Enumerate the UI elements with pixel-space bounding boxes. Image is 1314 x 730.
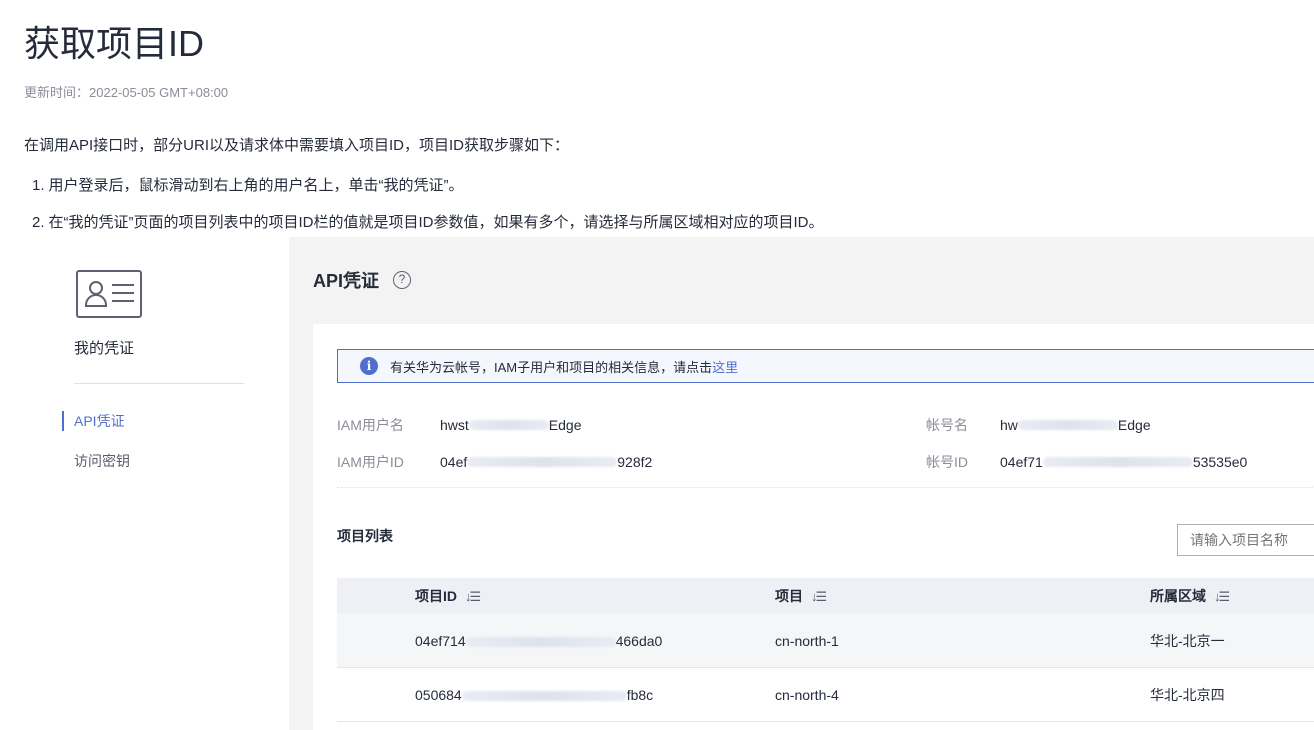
step-text: 在“我的凭证”页面的项目列表中的项目ID栏的值就是项目ID参数值，如果有多个，请… (48, 214, 824, 231)
project-id-cell: 04ef714 466da0 (415, 632, 663, 649)
console-sidebar: 我的凭证 API凭证 访问密钥 (0, 237, 289, 730)
region-cell: 华北-北京一 (1150, 632, 1225, 649)
info-bar: i 有关华为云帐号，IAM子用户和项目的相关信息，请点击 这里 (337, 349, 1314, 383)
sort-icon[interactable]: ↓☰ (1214, 589, 1230, 604)
project-name-cell: cn-north-1 (775, 632, 839, 649)
table-row: 04ef714 466da0 cn-north-1 华北-北京一 (337, 614, 1314, 668)
sidebar-title: 我的凭证 (74, 340, 135, 357)
info-text: 有关华为云帐号，IAM子用户和项目的相关信息，请点击 (390, 359, 713, 375)
project-search-input[interactable] (1177, 524, 1314, 556)
page-title: 获取项目ID (24, 23, 205, 64)
project-name-cell: cn-north-4 (775, 686, 839, 703)
field-label: IAM用户ID (337, 454, 404, 470)
sort-icon[interactable]: ↓☰ (811, 589, 827, 604)
sidebar-item-api-credentials[interactable]: API凭证 (62, 409, 262, 449)
step-text: 用户登录后，鼠标滑动到右上角的用户名上，单击“我的凭证”。 (48, 177, 464, 194)
account-id-field: 帐号ID 04ef71 53535e0 (926, 452, 1247, 472)
column-header-project-id[interactable]: 项目ID ↓☰ (415, 586, 775, 606)
console-title: API凭证 (313, 271, 380, 291)
console-header: API凭证 ? (313, 267, 412, 293)
project-list-title: 项目列表 (337, 528, 393, 544)
field-label: 帐号ID (926, 454, 968, 470)
field-value: hw Edge (1000, 417, 1151, 433)
region-cell: 华北-北京四 (1150, 686, 1225, 703)
divider (337, 487, 1314, 488)
update-time: 更新时间：2022-05-05 GMT+08:00 (24, 85, 229, 100)
step-number: 1. (32, 177, 45, 194)
iam-user-id-field: IAM用户ID 04ef 928f2 (337, 452, 652, 472)
table-header: 项目ID ↓☰ 项目 ↓☰ 所属区域 ↓☰ (337, 578, 1314, 614)
field-value: 04ef71 53535e0 (1000, 454, 1248, 470)
field-value: hwst Edge (440, 417, 582, 433)
column-header-region[interactable]: 所属区域 ↓☰ (1150, 586, 1314, 606)
sidebar-divider (74, 383, 244, 384)
field-value: 04ef 928f2 (440, 454, 653, 470)
info-link[interactable]: 这里 (712, 357, 738, 376)
credentials-panel: i 有关华为云帐号，IAM子用户和项目的相关信息，请点击 这里 IAM用户名 hws… (313, 324, 1314, 730)
column-header-project[interactable]: 项目 ↓☰ (775, 586, 1150, 606)
project-table: 项目ID ↓☰ 项目 ↓☰ 所属区域 ↓☰ 04ef714 466da0 cn-nort… (337, 578, 1314, 722)
project-id-cell: 050684 fb8c (415, 686, 654, 703)
field-label: 帐号名 (926, 417, 968, 433)
account-name-field: 帐号名 hw Edge (926, 415, 1151, 435)
sidebar-item-access-keys[interactable]: 访问密钥 (62, 449, 262, 489)
sort-icon[interactable]: ↓☰ (465, 589, 481, 604)
table-row: 050684 fb8c cn-north-4 华北-北京四 (337, 668, 1314, 722)
id-card-icon (76, 270, 142, 318)
info-icon: i (360, 357, 378, 375)
step-item: 1. 用户登录后，鼠标滑动到右上角的用户名上，单击“我的凭证”。 (32, 176, 824, 213)
iam-user-name-field: IAM用户名 hwst Edge (337, 415, 582, 435)
sidebar-nav: API凭证 访问密钥 (62, 409, 262, 489)
step-number: 2. (32, 214, 45, 231)
console-screenshot: 我的凭证 API凭证 访问密钥 API凭证 ? i 有关华为云帐号，IAM子用户… (0, 237, 1314, 730)
console-main: API凭证 ? i 有关华为云帐号，IAM子用户和项目的相关信息，请点击 这里 I… (289, 237, 1314, 730)
field-label: IAM用户名 (337, 417, 404, 433)
intro-paragraph: 在调用API接口时，部分URI以及请求体中需要填入项目ID，项目ID获取步骤如下… (24, 137, 570, 154)
help-icon[interactable]: ? (393, 271, 412, 289)
